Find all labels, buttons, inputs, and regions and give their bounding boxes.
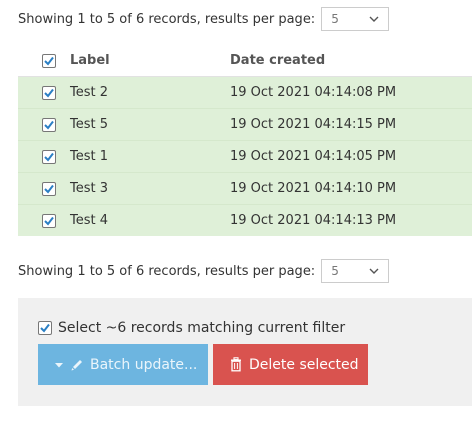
select-all-checkbox[interactable] bbox=[42, 53, 56, 68]
checkbox-checked-icon bbox=[40, 323, 50, 333]
row-label: Test 3 bbox=[70, 172, 230, 205]
pagination-top: Showing 1 to 5 of 6 records, results per… bbox=[18, 7, 390, 31]
row-checkbox[interactable] bbox=[42, 213, 56, 228]
records-table: Label Date created Test 2 19 Oct 2021 04… bbox=[18, 45, 472, 236]
column-header-date-created[interactable]: Date created bbox=[230, 45, 472, 77]
row-label: Test 5 bbox=[70, 108, 230, 141]
row-checkbox[interactable] bbox=[42, 149, 56, 164]
table-row[interactable]: Test 3 19 Oct 2021 04:14:10 PM bbox=[18, 172, 472, 205]
table-row[interactable]: Test 1 19 Oct 2021 04:14:05 PM bbox=[18, 140, 472, 173]
row-label: Test 2 bbox=[70, 76, 230, 109]
batch-update-label: Batch update... bbox=[90, 356, 198, 373]
records-summary: Showing 1 to 5 of 6 records, results per… bbox=[18, 263, 316, 279]
row-checkbox[interactable] bbox=[42, 181, 56, 196]
row-date-created: 19 Oct 2021 04:14:10 PM bbox=[230, 172, 472, 205]
chevron-down-icon bbox=[368, 10, 380, 28]
select-matching-filter-checkbox[interactable] bbox=[38, 321, 52, 335]
pagination-bottom: Showing 1 to 5 of 6 records, results per… bbox=[18, 259, 390, 283]
results-per-page-select[interactable]: 5 bbox=[321, 259, 390, 283]
row-checkbox[interactable] bbox=[42, 85, 56, 100]
checkbox-checked-icon bbox=[44, 184, 54, 194]
select-filter-row: Select ~6 records matching current filte… bbox=[38, 320, 345, 336]
chevron-down-icon bbox=[368, 262, 380, 280]
column-header-label[interactable]: Label bbox=[70, 45, 230, 77]
checkbox-checked-icon bbox=[44, 152, 54, 162]
table-row[interactable]: Test 5 19 Oct 2021 04:14:15 PM bbox=[18, 108, 472, 141]
delete-selected-button[interactable]: Delete selected bbox=[213, 344, 368, 385]
pencil-icon bbox=[70, 358, 84, 372]
row-date-created: 19 Oct 2021 04:14:08 PM bbox=[230, 76, 472, 109]
batch-update-button[interactable]: Batch update... bbox=[38, 344, 208, 385]
row-date-created: 19 Oct 2021 04:14:05 PM bbox=[230, 140, 472, 173]
checkbox-checked-icon bbox=[44, 216, 54, 226]
row-label: Test 1 bbox=[70, 140, 230, 173]
results-per-page-select[interactable]: 5 bbox=[321, 7, 390, 31]
records-summary: Showing 1 to 5 of 6 records, results per… bbox=[18, 11, 316, 27]
table-header-row: Label Date created bbox=[18, 45, 472, 77]
checkbox-checked-icon bbox=[44, 56, 54, 66]
results-per-page-value: 5 bbox=[331, 12, 339, 26]
row-label: Test 4 bbox=[70, 204, 230, 236]
row-date-created: 19 Oct 2021 04:14:15 PM bbox=[230, 108, 472, 141]
table-row[interactable]: Test 4 19 Oct 2021 04:14:13 PM bbox=[18, 204, 472, 236]
checkbox-checked-icon bbox=[44, 88, 54, 98]
row-checkbox[interactable] bbox=[42, 117, 56, 132]
batch-actions-panel: Select ~6 records matching current filte… bbox=[18, 298, 472, 406]
row-date-created: 19 Oct 2021 04:14:13 PM bbox=[230, 204, 472, 236]
checkbox-checked-icon bbox=[44, 120, 54, 130]
delete-selected-label: Delete selected bbox=[249, 356, 359, 373]
trash-icon bbox=[229, 357, 243, 372]
results-per-page-value: 5 bbox=[331, 264, 339, 278]
select-matching-filter-label: Select ~6 records matching current filte… bbox=[58, 320, 346, 336]
table-row[interactable]: Test 2 19 Oct 2021 04:14:08 PM bbox=[18, 76, 472, 109]
caret-down-icon bbox=[54, 360, 64, 370]
